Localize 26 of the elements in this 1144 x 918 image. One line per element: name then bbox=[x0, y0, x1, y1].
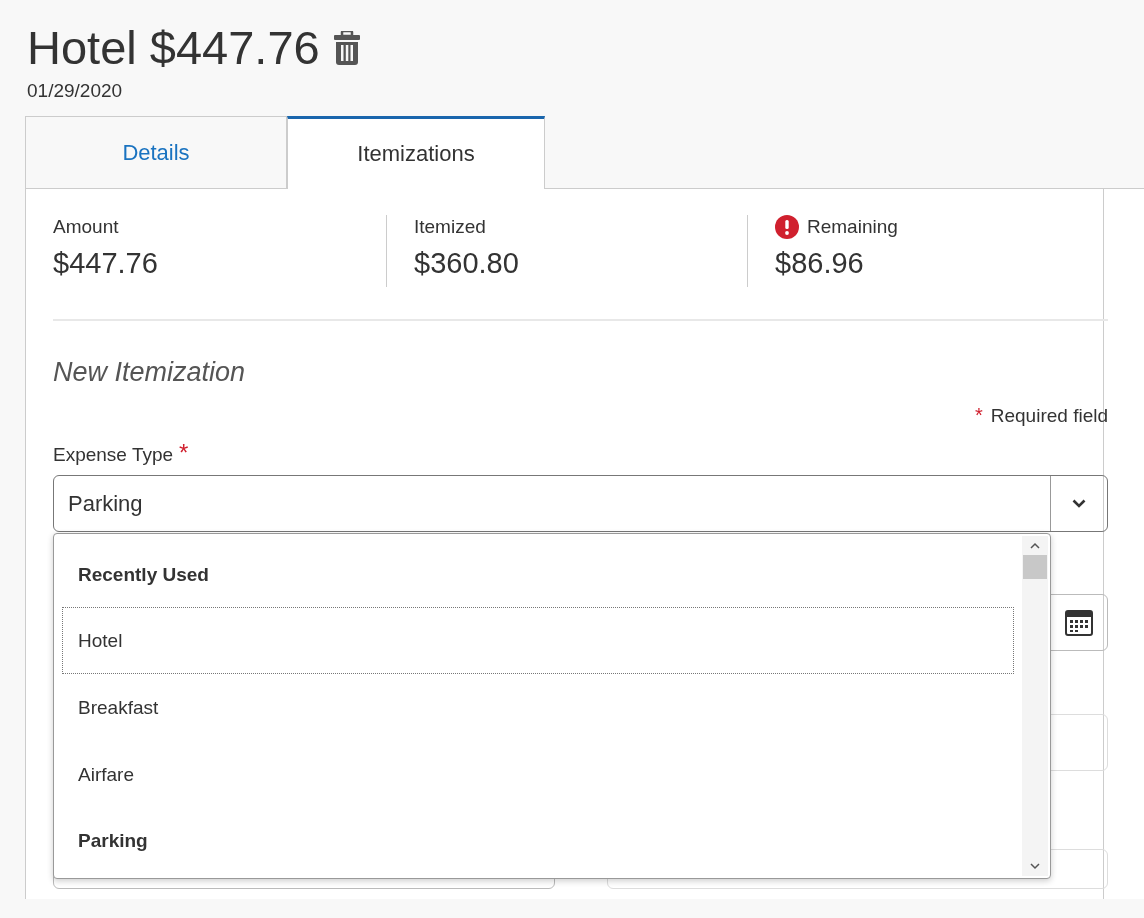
dropdown-option[interactable]: Breakfast bbox=[62, 674, 1014, 741]
group-header: Recently Used bbox=[78, 563, 209, 586]
expense-title: Hotel $447.76 bbox=[27, 22, 320, 74]
required-note: Required field bbox=[990, 405, 1108, 427]
required-asterisk: * bbox=[179, 439, 189, 467]
dropdown-option[interactable]: Hotel bbox=[62, 607, 1014, 674]
summary-label: Amount bbox=[53, 216, 119, 238]
scrollbar[interactable] bbox=[1022, 536, 1048, 876]
summary-value: $86.96 bbox=[775, 247, 865, 280]
scrollbar-thumb[interactable] bbox=[1023, 555, 1047, 579]
expense-type-select[interactable]: Parking bbox=[53, 475, 1108, 532]
section-title: New Itemization bbox=[53, 357, 247, 388]
field-label: Expense Type bbox=[53, 444, 174, 466]
required-asterisk: * bbox=[974, 404, 983, 427]
dropdown-option[interactable]: Airfare bbox=[62, 741, 1014, 808]
summary-value: $447.76 bbox=[53, 247, 159, 280]
trash-icon[interactable] bbox=[333, 31, 360, 65]
calendar-icon bbox=[1065, 609, 1093, 636]
summary-value: $360.80 bbox=[414, 247, 520, 280]
expense-date: 01/29/2020 bbox=[27, 80, 124, 102]
summary-label: Itemized bbox=[414, 216, 486, 238]
group-header: Parking bbox=[78, 829, 148, 852]
tab[interactable]: Itemizations bbox=[287, 116, 545, 189]
summary-label: Remaining bbox=[807, 216, 898, 238]
tab[interactable]: Details bbox=[25, 116, 287, 188]
chevron-down-icon bbox=[1072, 499, 1086, 508]
